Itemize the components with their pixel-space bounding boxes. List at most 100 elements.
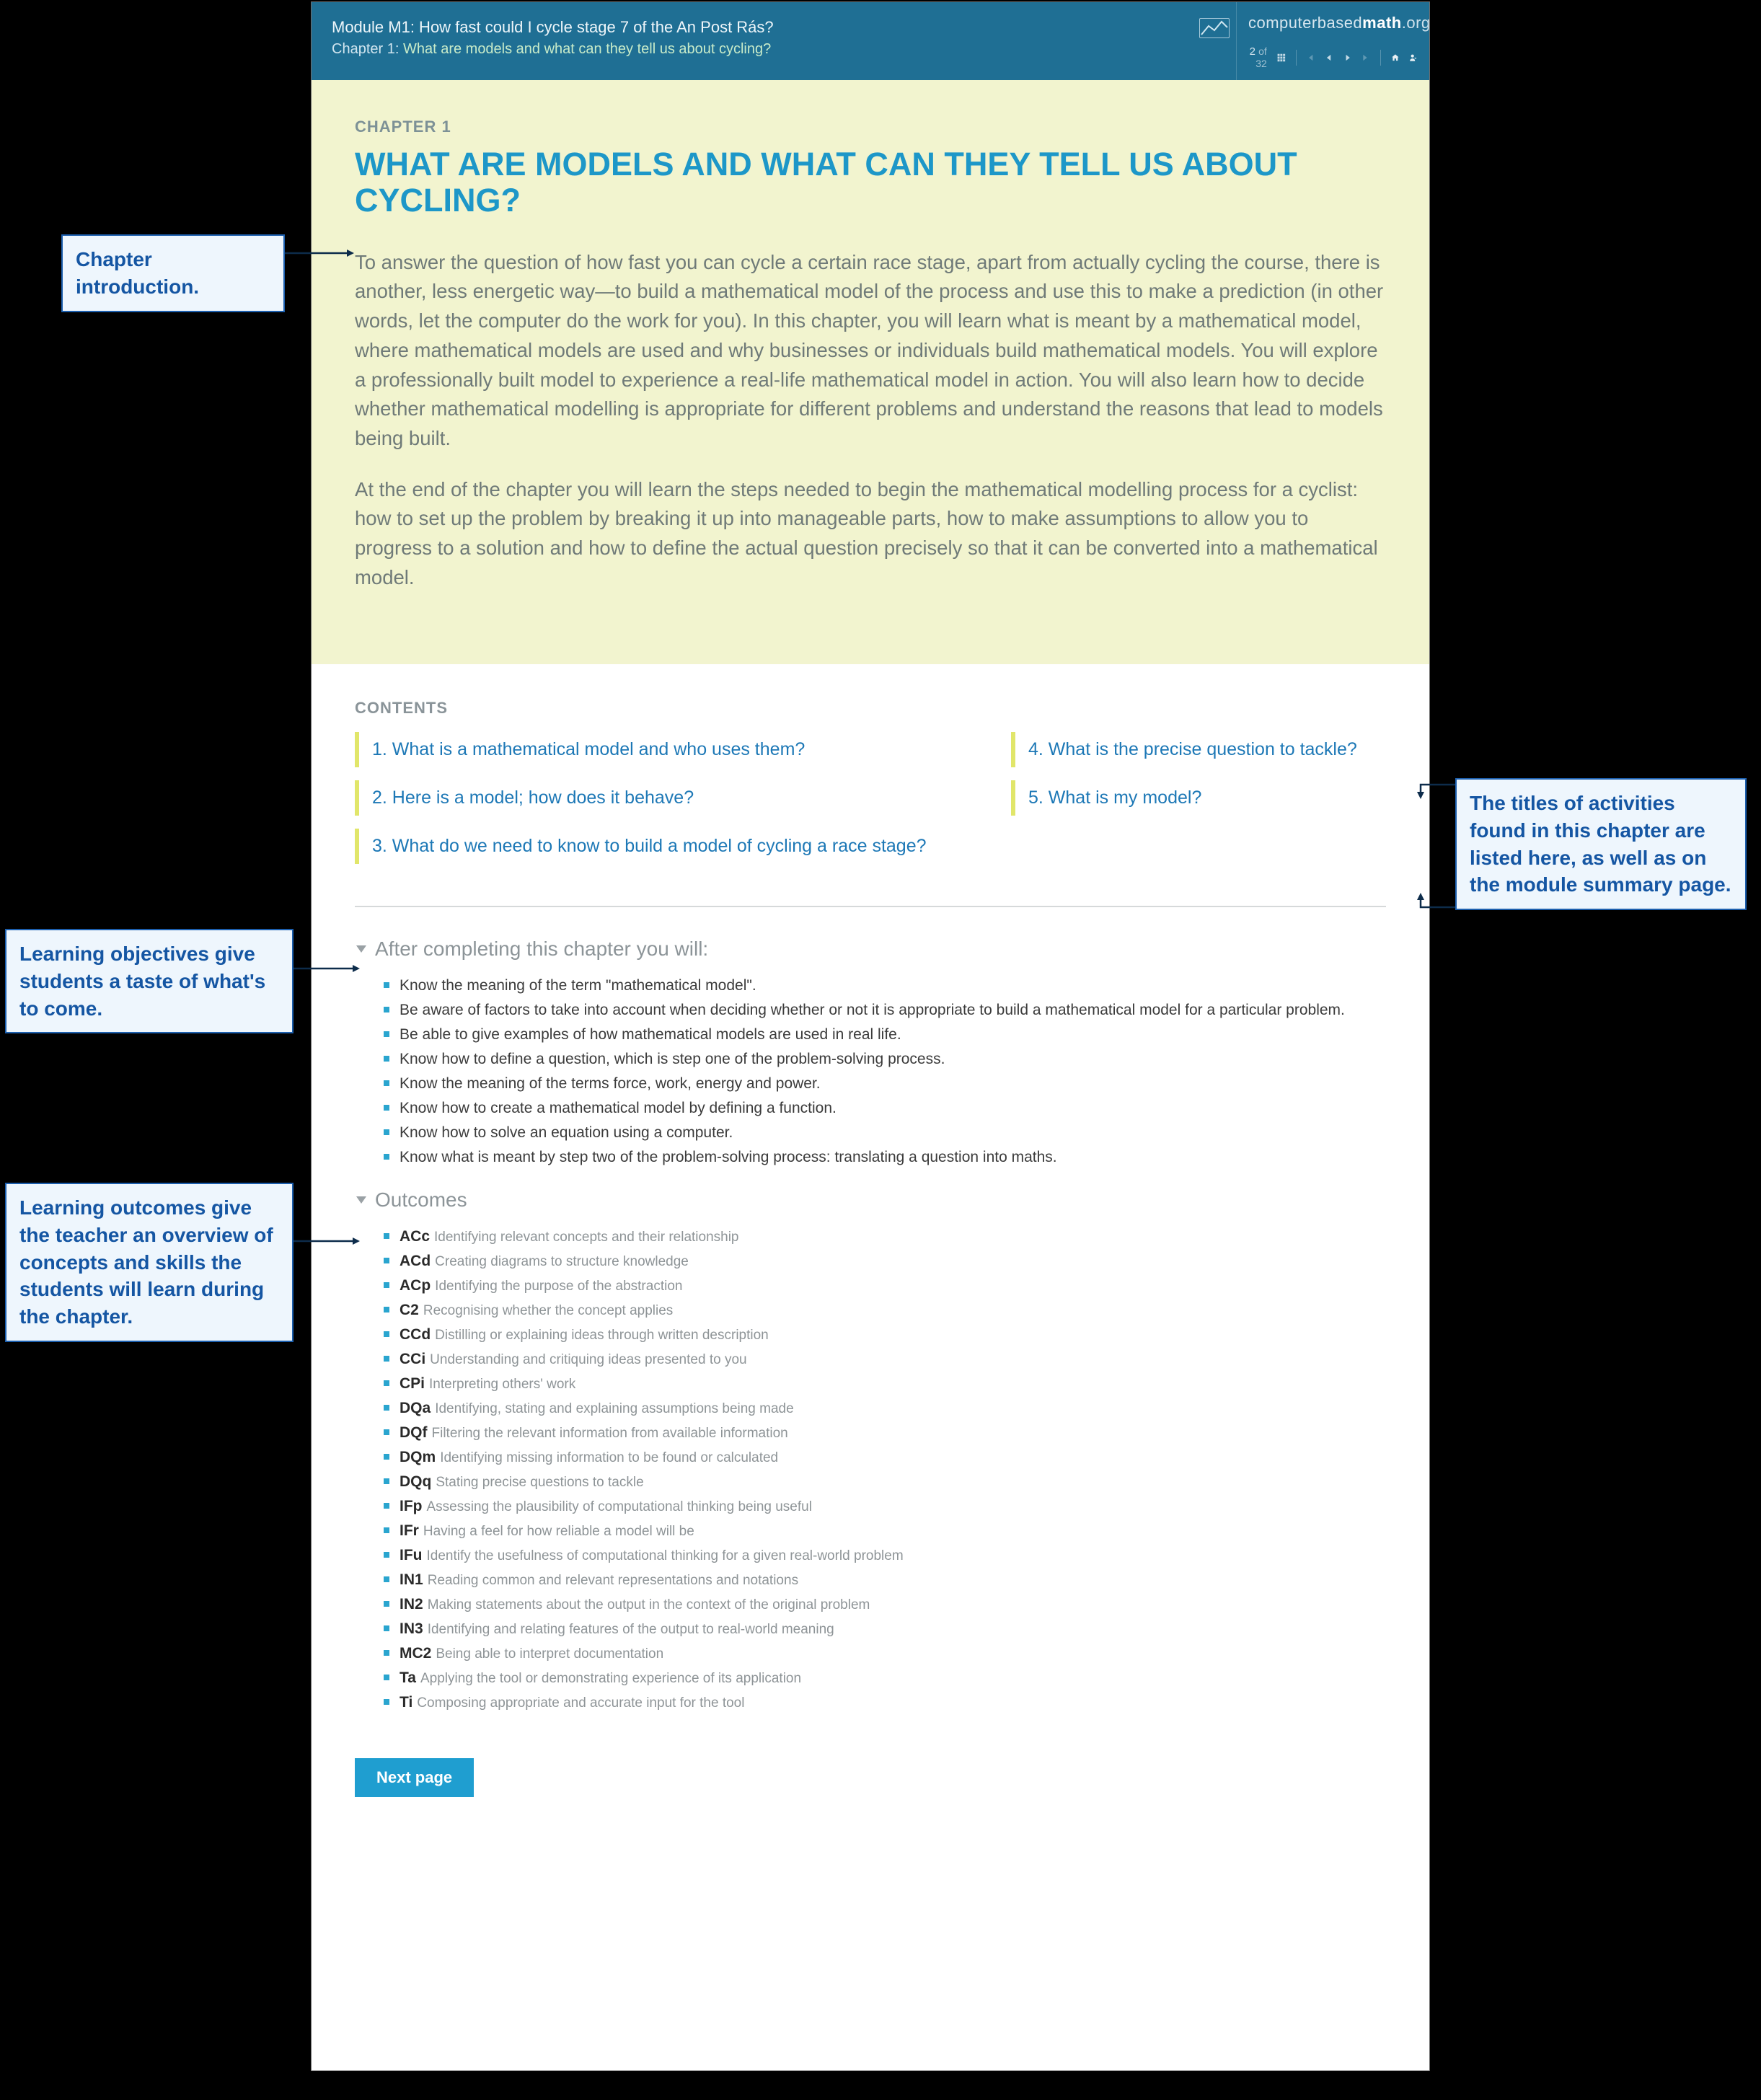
outcome-description: Being able to interpret documentation xyxy=(436,1646,663,1662)
contents-link[interactable]: 1. What is a mathematical model and who … xyxy=(355,732,982,767)
outcome-description: Creating diagrams to structure knowledge xyxy=(435,1254,689,1269)
callout-box: Learning outcomes give the teacher an ov… xyxy=(5,1183,294,1342)
outcome-code: DQq xyxy=(400,1473,431,1490)
header-bar: Module M1: How fast could I cycle stage … xyxy=(312,2,1429,80)
outcome-description: Interpreting others' work xyxy=(429,1377,575,1392)
document-page: Module M1: How fast could I cycle stage … xyxy=(311,1,1430,2071)
callout-box: Learning objectives give students a tast… xyxy=(5,929,294,1033)
outcome-code: C2 xyxy=(400,1302,419,1318)
outcome-code: ACd xyxy=(400,1253,431,1269)
chapter-intro-block: CHAPTER 1 WHAT ARE MODELS AND WHAT CAN T… xyxy=(312,80,1429,664)
outcome-code: DQf xyxy=(400,1424,428,1441)
outcome-description: Distilling or explaining ideas through w… xyxy=(435,1328,769,1343)
outcome-item: CCdDistilling or explaining ideas throug… xyxy=(384,1323,1386,1347)
outcomes-toggle[interactable]: Outcomes xyxy=(355,1188,1386,1212)
contents-link[interactable]: 2. Here is a model; how does it behave? xyxy=(355,780,982,816)
outcome-code: IN3 xyxy=(400,1620,423,1637)
home-icon[interactable] xyxy=(1391,50,1400,65)
objective-item: Know the meaning of the terms force, wor… xyxy=(384,1072,1386,1096)
outcome-item: IFpAssessing the plausibility of computa… xyxy=(384,1494,1386,1519)
header-chart-icon[interactable] xyxy=(1193,18,1236,80)
outcome-item: ACcIdentifying relevant concepts and the… xyxy=(384,1225,1386,1249)
chapter-breadcrumb[interactable]: Chapter 1: What are models and what can … xyxy=(332,41,1173,58)
objectives-toggle[interactable]: After completing this chapter you will: xyxy=(355,938,1386,961)
chevron-down-icon xyxy=(356,1196,366,1204)
outcome-item: CPi Interpreting others' work xyxy=(384,1372,1386,1396)
outcome-code: IFu xyxy=(400,1547,423,1563)
chevron-down-icon xyxy=(356,945,366,953)
nav-next-icon[interactable] xyxy=(1343,50,1352,65)
contents-column: 4. What is the precise question to tackl… xyxy=(1011,732,1386,877)
outcome-code: ACp xyxy=(400,1277,431,1294)
objective-item: Know how to define a question, which is … xyxy=(384,1047,1386,1072)
contents-link[interactable]: 5. What is my model? xyxy=(1011,780,1386,816)
outcome-description: Identifying relevant concepts and their … xyxy=(434,1230,738,1245)
outcome-description: Identifying, stating and explaining assu… xyxy=(435,1401,794,1416)
outcome-item: DQmIdentifying missing information to be… xyxy=(384,1445,1386,1470)
contents-link[interactable]: 4. What is the precise question to tackl… xyxy=(1011,732,1386,767)
outcome-code: CPi xyxy=(400,1375,425,1392)
chapter-prefix: Chapter 1: xyxy=(332,41,399,57)
outcome-code: CCi xyxy=(400,1351,425,1367)
header-breadcrumb: Module M1: How fast could I cycle stage … xyxy=(312,2,1193,80)
outcome-code: MC2 xyxy=(400,1645,431,1662)
intro-paragraph: At the end of the chapter you will learn… xyxy=(355,475,1386,593)
outcome-item: IFr Having a feel for how reliable a mode… xyxy=(384,1519,1386,1543)
outcome-description: Reading common and relevant representati… xyxy=(428,1573,798,1588)
next-page-button[interactable]: Next page xyxy=(355,1758,474,1797)
outcomes-heading: Outcomes xyxy=(375,1188,467,1212)
user-menu-icon[interactable] xyxy=(1409,50,1418,65)
outcomes-list: ACcIdentifying relevant concepts and the… xyxy=(355,1225,1386,1715)
outcome-item: MC2 Being able to interpret documentation xyxy=(384,1641,1386,1666)
callout-text: Learning objectives give students a tast… xyxy=(19,943,265,1020)
outcome-item: C2 Recognising whether the concept applie… xyxy=(384,1298,1386,1323)
outcome-description: Recognising whether the concept applies xyxy=(423,1303,673,1318)
outcome-item: TiComposing appropriate and accurate inp… xyxy=(384,1690,1386,1715)
outcome-item: TaApplying the tool or demonstrating exp… xyxy=(384,1666,1386,1690)
objective-item: Be able to give examples of how mathemat… xyxy=(384,1023,1386,1047)
nav-first-icon[interactable] xyxy=(1306,50,1315,65)
callout-text: The titles of activities found in this c… xyxy=(1470,792,1731,896)
callout-box: The titles of activities found in this c… xyxy=(1455,778,1747,910)
nav-last-icon[interactable] xyxy=(1361,50,1370,65)
divider xyxy=(355,906,1386,907)
outcome-code: DQa xyxy=(400,1400,431,1416)
objective-item: Know how to solve an equation using a co… xyxy=(384,1121,1386,1145)
contents-column: 1. What is a mathematical model and who … xyxy=(355,732,982,877)
outcome-item: CCiUnderstanding and critiquing ideas pr… xyxy=(384,1347,1386,1372)
header-right-panel: computerbasedmath.org 2 of 32 xyxy=(1236,2,1429,80)
outcome-code: IFr xyxy=(400,1522,419,1539)
chapter-eyebrow: CHAPTER 1 xyxy=(355,118,1386,136)
objective-item: Be aware of factors to take into account… xyxy=(384,998,1386,1023)
outcome-description: Composing appropriate and accurate input… xyxy=(417,1695,744,1711)
objectives-section: After completing this chapter you will: … xyxy=(355,938,1386,1170)
callout-box: Chapter introduction. xyxy=(61,234,285,312)
brand-logo[interactable]: computerbasedmath.org xyxy=(1248,14,1418,32)
objective-item: Know what is meant by step two of the pr… xyxy=(384,1145,1386,1170)
callout-text: Learning outcomes give the teacher an ov… xyxy=(19,1196,273,1328)
outcome-description: Filtering the relevant information from … xyxy=(432,1426,788,1441)
contents-list: 1. What is a mathematical model and who … xyxy=(355,732,1386,877)
outcome-description: Stating precise questions to tackle xyxy=(436,1475,643,1490)
chapter-title: WHAT ARE MODELS AND WHAT CAN THEY TELL U… xyxy=(355,146,1386,219)
objective-item: Know the meaning of the term "mathematic… xyxy=(384,974,1386,998)
outcome-description: Assessing the plausibility of computatio… xyxy=(427,1499,812,1514)
grid-view-icon[interactable] xyxy=(1277,50,1286,65)
page-indicator: 2 of 32 xyxy=(1248,45,1267,70)
outcome-description: Having a feel for how reliable a model w… xyxy=(423,1524,694,1539)
intro-paragraph: To answer the question of how fast you c… xyxy=(355,248,1386,454)
body-area: CONTENTS 1. What is a mathematical model… xyxy=(312,664,1429,1840)
outcome-item: DQq Stating precise questions to tackle xyxy=(384,1470,1386,1494)
objective-item: Know how to create a mathematical model … xyxy=(384,1096,1386,1121)
outcome-item: IN3Identifying and relating features of … xyxy=(384,1617,1386,1641)
module-breadcrumb[interactable]: Module M1: How fast could I cycle stage … xyxy=(332,18,1173,37)
nav-prev-icon[interactable] xyxy=(1325,50,1333,65)
outcome-item: IFuIdentify the usefulness of computatio… xyxy=(384,1543,1386,1568)
outcomes-section: Outcomes ACcIdentifying relevant concept… xyxy=(355,1188,1386,1715)
outcome-item: ACpIdentifying the purpose of the abstra… xyxy=(384,1274,1386,1298)
contents-link[interactable]: 3. What do we need to know to build a mo… xyxy=(355,829,982,864)
objectives-heading: After completing this chapter you will: xyxy=(375,938,708,961)
outcome-item: IN2Making statements about the output in… xyxy=(384,1592,1386,1617)
objectives-list: Know the meaning of the term "mathematic… xyxy=(355,974,1386,1170)
outcome-item: IN1Reading common and relevant represent… xyxy=(384,1568,1386,1592)
